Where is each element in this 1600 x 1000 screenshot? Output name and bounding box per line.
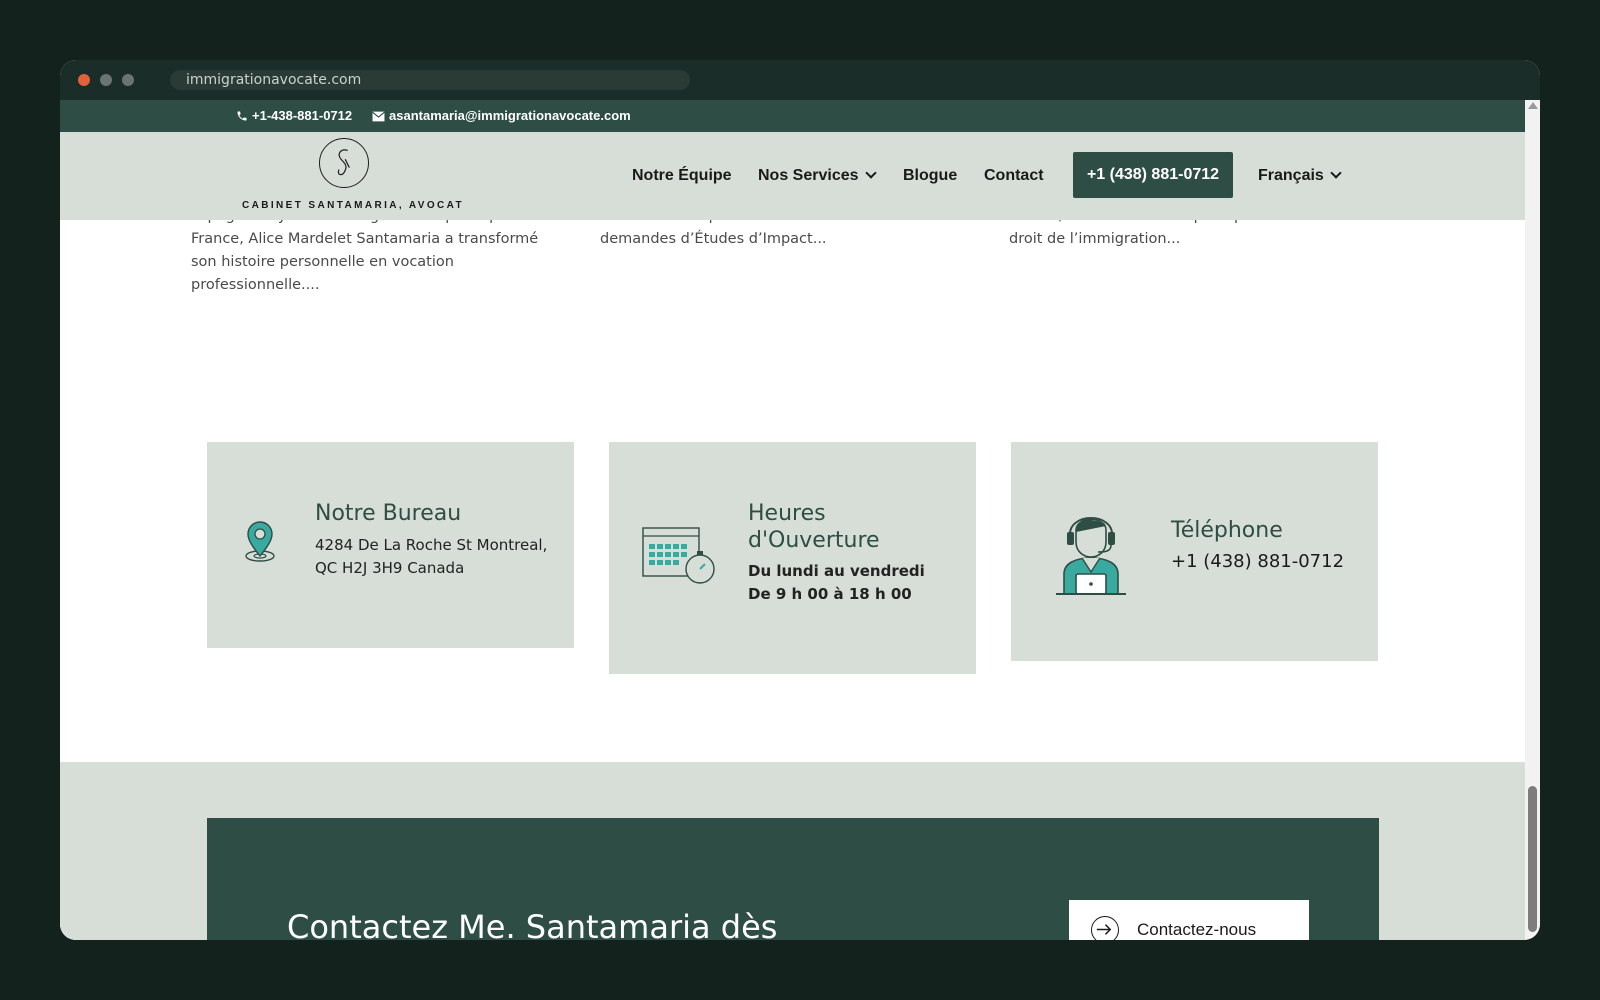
office-address-line1: 4284 De La Roche St Montreal, [315,536,548,554]
top-contact-bar: +1-438-881-0712 asantamaria@immigrationa… [60,100,1525,132]
scrollbar-thumb[interactable] [1528,786,1537,932]
envelope-icon [372,111,385,121]
site-logo[interactable]: CABINET SANTAMARIA, AVOCAT [238,134,468,218]
minimize-window-button[interactable] [100,74,112,86]
hours-title-line1: Heures [748,501,826,526]
nav-blogue[interactable]: Blogue [903,132,957,220]
vertical-scrollbar[interactable] [1525,100,1540,940]
nav-notre-equipe[interactable]: Notre Équipe [632,132,732,220]
hours-days: Du lundi au vendredi [748,562,925,580]
topbar-email-text: asantamaria@immigrationavocate.com [389,108,631,123]
maximize-window-button[interactable] [122,74,134,86]
arrow-right-circle-icon [1091,916,1119,940]
topbar-email-link[interactable]: asantamaria@immigrationavocate.com [372,100,631,132]
close-window-button[interactable] [78,74,90,86]
phone-icon [237,111,247,121]
cta-box: Contactez Me. Santamaria dès Contactez-n… [207,818,1379,940]
hours-time: De 9 h 00 à 18 h 00 [748,585,912,603]
nav-nos-services[interactable]: Nos Services [758,132,877,220]
contact-us-button[interactable]: Contactez-nous [1069,900,1309,940]
topbar-phone-text: +1-438-881-0712 [252,108,353,123]
chevron-down-icon [864,167,877,179]
language-selector[interactable]: Français [1258,132,1342,220]
browser-window: immigrationavocate.com +1-438-881-0712 a… [60,60,1540,940]
location-pin-icon [245,521,275,562]
contact-section: Contactez Me. Santamaria dès Contactez-n… [60,762,1525,940]
office-address-line2: QC H2J 3H9 Canada [315,559,465,577]
hours-title-line2: d'Ouverture [748,528,880,553]
scroll-up-arrow-icon[interactable] [1528,102,1538,109]
phone-title: Téléphone [1171,518,1283,543]
nav-contact[interactable]: Contact [984,132,1044,220]
topbar-phone-link[interactable]: +1-438-881-0712 [236,100,352,132]
page-viewport: +1-438-881-0712 asantamaria@immigrationa… [60,100,1525,940]
support-agent-icon [1056,517,1126,595]
phone-number[interactable]: +1 (438) 881-0712 [1171,550,1344,573]
office-title: Notre Bureau [315,501,462,526]
signature-mark-icon [337,149,350,176]
info-card-hours: Heures d'Ouverture Du lundi au vendredi … [609,442,976,674]
logo-text: CABINET SANTAMARIA, AVOCAT [241,200,465,211]
chevron-down-icon [1330,167,1342,179]
info-card-office: Notre Bureau 4284 De La Roche St Montrea… [207,442,574,648]
cta-title: Contactez Me. Santamaria dès [287,908,778,940]
site-header: CABINET SANTAMARIA, AVOCAT Notre Équipe … [60,132,1525,220]
contact-us-label: Contactez-nous [1137,920,1257,939]
calendar-clock-icon [642,527,715,584]
address-bar[interactable]: immigrationavocate.com [170,70,690,90]
logo-monogram [319,138,369,188]
call-button[interactable]: +1 (438) 881-0712 [1073,152,1233,198]
browser-chrome: immigrationavocate.com [60,60,1540,100]
info-card-phone: Téléphone +1 (438) 881-0712 [1011,442,1378,661]
